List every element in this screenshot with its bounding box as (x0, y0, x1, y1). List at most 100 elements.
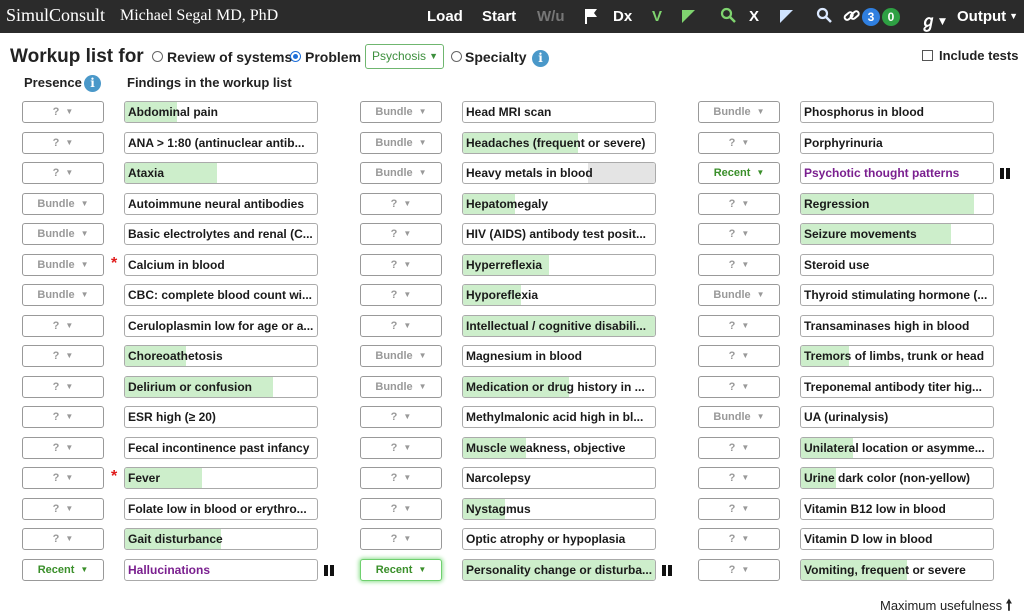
finding-button[interactable]: Tremors of limbs, trunk or head (800, 345, 994, 367)
presence-select[interactable]: Bundle ▼ (22, 284, 104, 306)
finding-button[interactable]: Regression (800, 193, 994, 215)
finding-button[interactable]: Medication or drug history in ... (462, 376, 656, 398)
presence-select[interactable]: Bundle ▼ (360, 101, 442, 123)
finding-button[interactable]: Calcium in blood (124, 254, 318, 276)
link-icon[interactable] (843, 8, 861, 24)
presence-select[interactable]: Bundle ▼ (360, 132, 442, 154)
finding-button[interactable]: Thyroid stimulating hormone (... (800, 284, 994, 306)
presence-select[interactable]: Recent ▼ (22, 559, 104, 581)
presence-select[interactable]: ? ▼ (360, 498, 442, 520)
finding-button[interactable]: Personality change or disturba... (462, 559, 656, 581)
finding-button[interactable]: Headaches (frequent or severe) (462, 132, 656, 154)
finding-button[interactable]: Head MRI scan (462, 101, 656, 123)
load-button[interactable]: Load (427, 8, 463, 25)
finding-button[interactable]: Choreoathetosis (124, 345, 318, 367)
search-icon[interactable] (720, 7, 736, 23)
presence-select[interactable]: ? ▼ (22, 528, 104, 550)
presence-select[interactable]: ? ▼ (698, 559, 780, 581)
presence-select[interactable]: ? ▼ (360, 467, 442, 489)
presence-select[interactable]: ? ▼ (360, 437, 442, 459)
green-corner-icon[interactable] (682, 10, 695, 23)
v-button[interactable]: V (652, 8, 662, 25)
presence-select[interactable]: ? ▼ (360, 284, 442, 306)
radio-problem[interactable] (290, 51, 301, 62)
presence-select[interactable]: ? ▼ (22, 498, 104, 520)
presence-select[interactable]: Recent ▼ (698, 162, 780, 184)
finding-button[interactable]: Hyperreflexia (462, 254, 656, 276)
finding-button[interactable]: Abdominal pain (124, 101, 318, 123)
workup-button[interactable]: W/u (537, 8, 565, 25)
presence-info-icon[interactable]: i (84, 75, 101, 92)
presence-select[interactable]: Bundle ▼ (698, 101, 780, 123)
presence-select[interactable]: ? ▼ (698, 132, 780, 154)
presence-select[interactable]: ? ▼ (698, 498, 780, 520)
finding-button[interactable]: Fever (124, 467, 318, 489)
finding-button[interactable]: Autoimmune neural antibodies (124, 193, 318, 215)
finding-button[interactable]: Vitamin B12 low in blood (800, 498, 994, 520)
presence-select[interactable]: ? ▼ (22, 467, 104, 489)
finding-button[interactable]: ESR high (≥ 20) (124, 406, 318, 428)
finding-button[interactable]: Vitamin D low in blood (800, 528, 994, 550)
presence-select[interactable]: Bundle ▼ (360, 162, 442, 184)
finding-button[interactable]: Transaminases high in blood (800, 315, 994, 337)
finding-button[interactable]: Hallucinations (124, 559, 318, 581)
presence-select[interactable]: ? ▼ (698, 528, 780, 550)
finding-button[interactable]: Steroid use (800, 254, 994, 276)
finding-button[interactable]: Treponemal antibody titer hig... (800, 376, 994, 398)
presence-select[interactable]: ? ▼ (360, 223, 442, 245)
presence-select[interactable]: ? ▼ (22, 376, 104, 398)
dx-button[interactable]: Dx (613, 8, 632, 25)
presence-select[interactable]: Bundle ▼ (698, 284, 780, 306)
finding-button[interactable]: Gait disturbance (124, 528, 318, 550)
blue-corner-icon[interactable] (780, 10, 793, 23)
finding-button[interactable]: CBC: complete blood count wi... (124, 284, 318, 306)
presence-select[interactable]: ? ▼ (22, 101, 104, 123)
finding-button[interactable]: Muscle weakness, objective (462, 437, 656, 459)
presence-select[interactable]: ? ▼ (22, 345, 104, 367)
presence-select[interactable]: Bundle ▼ (698, 406, 780, 428)
presence-select[interactable]: ? ▼ (698, 223, 780, 245)
presence-select[interactable]: ? ▼ (698, 345, 780, 367)
finding-button[interactable]: HIV (AIDS) antibody test posit... (462, 223, 656, 245)
presence-select[interactable]: ? ▼ (360, 254, 442, 276)
pause-icon[interactable] (662, 565, 672, 576)
finding-button[interactable]: UA (urinalysis) (800, 406, 994, 428)
problem-select[interactable]: Psychosis ▼ (365, 44, 444, 69)
finding-button[interactable]: Methylmalonic acid high in bl... (462, 406, 656, 428)
counts[interactable]: 30 (862, 8, 900, 26)
presence-select[interactable]: Bundle ▼ (22, 193, 104, 215)
presence-select[interactable]: ? ▼ (360, 193, 442, 215)
finding-button[interactable]: Vomiting, frequent or severe (800, 559, 994, 581)
presence-select[interactable]: ? ▼ (698, 376, 780, 398)
finding-button[interactable]: Ataxia (124, 162, 318, 184)
finding-button[interactable]: Nystagmus (462, 498, 656, 520)
finding-button[interactable]: Narcolepsy (462, 467, 656, 489)
presence-select[interactable]: ? ▼ (698, 467, 780, 489)
presence-select[interactable]: ? ▼ (360, 528, 442, 550)
radio-review-of-systems[interactable] (152, 51, 163, 62)
radio-specialty[interactable] (451, 51, 462, 62)
presence-select[interactable]: Recent ▼ (360, 559, 442, 581)
pause-icon[interactable] (324, 565, 334, 576)
presence-select[interactable]: ? ▼ (360, 315, 442, 337)
presence-select[interactable]: ? ▼ (698, 254, 780, 276)
genome-icon[interactable]: ℊ ▼ (920, 7, 946, 32)
finding-button[interactable]: Ceruloplasmin low for age or a... (124, 315, 318, 337)
presence-select[interactable]: ? ▼ (22, 315, 104, 337)
search-white-icon[interactable] (816, 7, 832, 23)
presence-select[interactable]: ? ▼ (698, 315, 780, 337)
finding-button[interactable]: ANA > 1:80 (antinuclear antib... (124, 132, 318, 154)
finding-button[interactable]: Delirium or confusion (124, 376, 318, 398)
finding-button[interactable]: Unilateral location or asymme... (800, 437, 994, 459)
finding-button[interactable]: Seizure movements (800, 223, 994, 245)
finding-button[interactable]: Psychotic thought patterns (800, 162, 994, 184)
x-button[interactable]: X (749, 8, 759, 25)
finding-button[interactable]: Basic electrolytes and renal (C... (124, 223, 318, 245)
presence-select[interactable]: ? ▼ (698, 193, 780, 215)
finding-button[interactable]: Intellectual / cognitive disabili... (462, 315, 656, 337)
finding-button[interactable]: Optic atrophy or hypoplasia (462, 528, 656, 550)
presence-select[interactable]: ? ▼ (22, 437, 104, 459)
pause-icon[interactable] (1000, 168, 1010, 179)
presence-select[interactable]: ? ▼ (698, 437, 780, 459)
max-usefulness-sort[interactable]: Maximum usefulness 🠕 (880, 595, 1012, 612)
